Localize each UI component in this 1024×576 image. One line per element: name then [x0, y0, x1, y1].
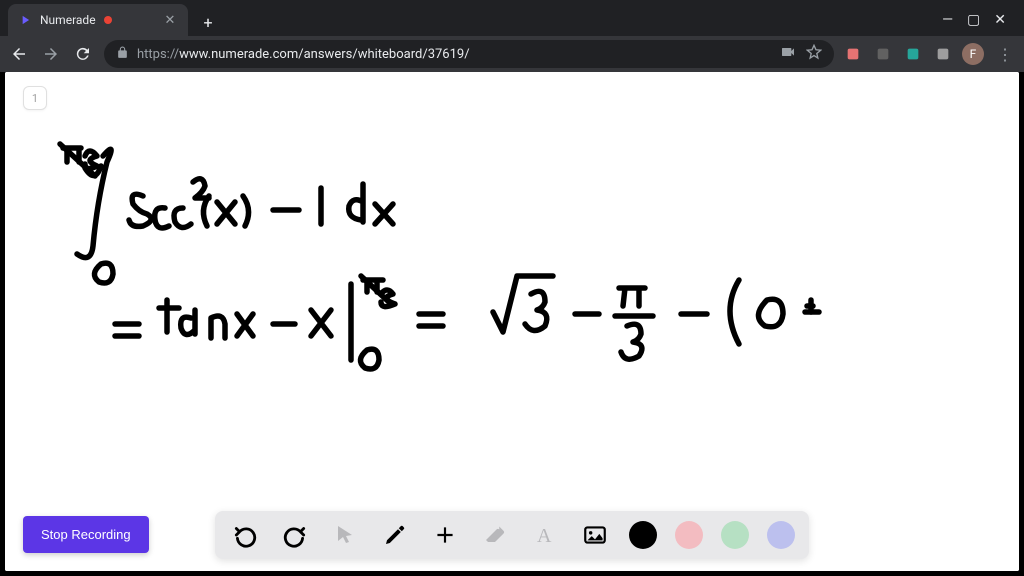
minimize-icon[interactable]: —	[942, 12, 953, 28]
handwriting-layer	[15, 88, 995, 448]
close-window-icon[interactable]: ✕	[994, 12, 1006, 28]
stop-recording-button[interactable]: Stop Recording	[23, 516, 149, 553]
color-swatch-purple[interactable]	[767, 521, 795, 549]
color-swatch-black[interactable]	[629, 521, 657, 549]
reload-icon[interactable]	[72, 43, 94, 65]
redo-icon[interactable]	[279, 519, 311, 551]
recording-indicator-icon	[104, 16, 112, 24]
tab-bar: Numerade ✕ + — ▢ ✕	[0, 0, 1024, 36]
tab-title: Numerade	[40, 13, 96, 27]
whiteboard-toolbar: A	[215, 511, 809, 559]
whiteboard-canvas[interactable]: 1	[5, 72, 1019, 571]
pen-icon[interactable]	[379, 519, 411, 551]
avatar[interactable]: F	[962, 43, 984, 65]
extension-icon-2[interactable]	[874, 45, 892, 63]
image-icon[interactable]	[579, 519, 611, 551]
extension-icon-4[interactable]	[934, 45, 952, 63]
svg-text:A: A	[537, 525, 552, 547]
undo-icon[interactable]	[229, 519, 261, 551]
text-icon[interactable]: A	[529, 519, 561, 551]
browser-chrome: Numerade ✕ + — ▢ ✕ https://www.numerade.…	[0, 0, 1024, 72]
add-icon[interactable]	[429, 519, 461, 551]
star-icon[interactable]	[806, 44, 822, 64]
forward-icon[interactable]	[40, 43, 62, 65]
color-swatch-green[interactable]	[721, 521, 749, 549]
play-icon	[18, 13, 32, 27]
extension-icon-1[interactable]	[844, 45, 862, 63]
address-row: https://www.numerade.com/answers/whitebo…	[0, 36, 1024, 72]
menu-icon[interactable]: ⋮	[994, 43, 1016, 65]
browser-tab[interactable]: Numerade ✕	[8, 4, 188, 36]
color-swatch-pink[interactable]	[675, 521, 703, 549]
new-tab-button[interactable]: +	[194, 8, 222, 36]
window-controls: — ▢ ✕	[942, 12, 1016, 36]
url-text: https://www.numerade.com/answers/whitebo…	[137, 47, 470, 62]
cursor-icon[interactable]	[329, 519, 361, 551]
camera-icon[interactable]	[780, 44, 796, 64]
extension-icon-3[interactable]	[904, 45, 922, 63]
close-icon[interactable]: ✕	[162, 12, 178, 28]
lock-icon	[116, 46, 129, 63]
page-content: 1	[5, 72, 1019, 571]
back-icon[interactable]	[8, 43, 30, 65]
maximize-icon[interactable]: ▢	[967, 12, 980, 28]
address-bar[interactable]: https://www.numerade.com/answers/whitebo…	[104, 40, 834, 68]
eraser-icon[interactable]	[479, 519, 511, 551]
extension-icons	[844, 45, 952, 63]
